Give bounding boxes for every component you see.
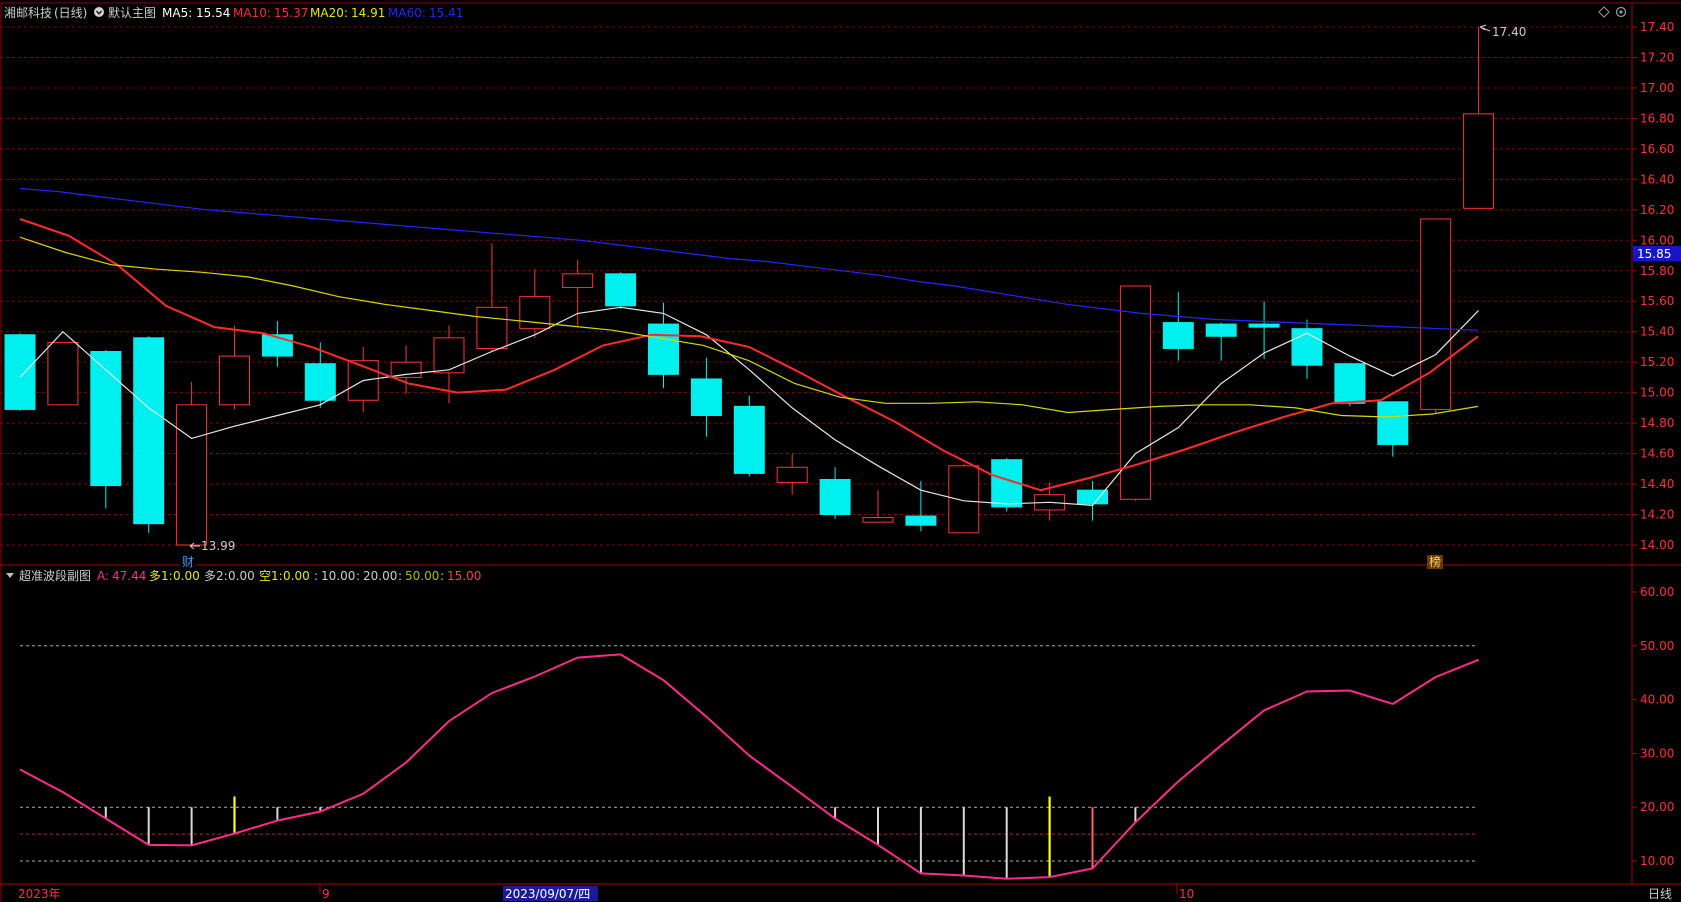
ma20-label: MA20: (310, 6, 348, 20)
level-20: 20.00 (363, 569, 397, 583)
indicator-tick-label: 50.00 (1640, 639, 1674, 653)
ma5-label: MA5: (162, 6, 192, 20)
ma60-label: MA60: (388, 6, 426, 20)
price-tick-label: 14.20 (1640, 508, 1674, 522)
cai-marker[interactable]: 财 (182, 555, 194, 569)
indicator-name[interactable]: 超准波段副图 (19, 568, 91, 583)
candle-up (862, 517, 894, 523)
current-price-label: 15.85 (1637, 247, 1671, 261)
sep-1: : (314, 569, 318, 583)
candle-up (1463, 113, 1495, 209)
level-10: 10.00 (321, 569, 355, 583)
candle-up (776, 466, 808, 484)
kong1-label: 空1: (259, 569, 283, 583)
candle-up (390, 361, 422, 378)
price-tick-label: 17.40 (1640, 20, 1674, 34)
kong1-value: 0.00 (283, 569, 310, 583)
chart-canvas[interactable]: 14.00 14.20 14.40 14.60 14.80 15.00 15.20 15.40… (0, 0, 1681, 902)
price-tick-label: 16.20 (1640, 203, 1674, 217)
price-tick-label: 15.20 (1640, 355, 1674, 369)
template-label[interactable]: 默认主图 (108, 5, 156, 20)
candle-up (47, 341, 79, 406)
ma20-value: 14.91 (351, 6, 385, 20)
candle-down (4, 334, 36, 410)
axis-month-10: 10 (1179, 887, 1194, 901)
sep-2: : (356, 569, 360, 583)
candle-down (1334, 363, 1366, 404)
candle-down (1205, 323, 1237, 337)
candle-down (304, 363, 336, 401)
price-tick-label: 16.60 (1640, 142, 1674, 156)
candle-down (690, 378, 722, 417)
price-tick-label: 15.40 (1640, 325, 1674, 339)
indicator-tick-label: 60.00 (1640, 585, 1674, 599)
price-tick-label: 17.20 (1640, 50, 1674, 64)
ma10-value: 15.37 (274, 6, 308, 20)
candle-up (219, 355, 250, 406)
price-tick-label: 15.00 (1640, 386, 1674, 400)
a-value: 47.44 (112, 569, 146, 583)
candle-down (133, 337, 165, 525)
low-label: 13.99 (201, 539, 235, 553)
candle-up (1420, 218, 1452, 410)
price-tick-label: 16.80 (1640, 111, 1674, 125)
level-15: 15.00 (447, 569, 481, 583)
sep-4: : (440, 569, 444, 583)
price-tick-label: 16.40 (1640, 172, 1674, 186)
axis-year-label: 2023年 (18, 887, 61, 901)
a-label: A: (97, 569, 109, 583)
axis-month-9: 9 (322, 887, 330, 901)
candle-up (176, 404, 208, 546)
candle-up (476, 306, 508, 349)
candle-down (1377, 401, 1409, 445)
duo2-label: 多2: (204, 569, 228, 583)
period-label: (日线) (54, 6, 87, 20)
candle-down (648, 323, 679, 375)
indicator-tick-label: 40.00 (1640, 693, 1674, 707)
price-tick-label: 14.60 (1640, 447, 1674, 461)
ma60-value: 15.41 (429, 6, 463, 20)
price-tick-label: 14.40 (1640, 477, 1674, 491)
chart-window: 14.00 14.20 14.40 14.60 14.80 15.00 15.20 15.40… (0, 0, 1681, 902)
template-dropdown-icon[interactable] (94, 7, 104, 17)
duo1-label: 多1: (149, 569, 173, 583)
ma10-label: MA10: (233, 6, 271, 20)
candle-down (1248, 323, 1280, 328)
high-label: 17.40 (1492, 25, 1526, 39)
candle-down (819, 478, 851, 516)
candle-down (733, 405, 765, 474)
candle-down (905, 515, 937, 526)
cursor-date-label: 2023/09/07/四 (505, 887, 590, 901)
price-tick-label: 14.00 (1640, 538, 1674, 552)
period-button[interactable]: 日线 (1648, 887, 1672, 901)
indicator-tick-label: 10.00 (1640, 854, 1674, 868)
settings-icon-center (1619, 10, 1623, 14)
background (0, 0, 1681, 902)
duo1-value: 0.00 (173, 569, 200, 583)
candle-down (605, 273, 637, 307)
duo2-value: 0.00 (228, 569, 255, 583)
level-50: 50.00 (405, 569, 439, 583)
indicator-tick-label: 20.00 (1640, 800, 1674, 814)
price-tick-label: 15.60 (1640, 294, 1674, 308)
price-tick-label: 17.00 (1640, 81, 1674, 95)
bang-marker[interactable]: 榜 (1429, 554, 1441, 569)
price-tick-label: 15.80 (1640, 264, 1674, 278)
stock-name: 湘邮科技 (4, 5, 52, 20)
candle-up (562, 273, 594, 289)
sep-3: : (398, 569, 402, 583)
price-tick-label: 16.00 (1640, 233, 1674, 247)
ma5-value: 15.54 (196, 6, 230, 20)
candle-up (433, 337, 465, 374)
price-tick-label: 14.80 (1640, 416, 1674, 430)
candle-down (1291, 328, 1323, 366)
indicator-tick-label: 30.00 (1640, 746, 1674, 760)
candle-down (1162, 322, 1194, 349)
candle-up (948, 465, 980, 534)
candle-down (90, 351, 122, 487)
